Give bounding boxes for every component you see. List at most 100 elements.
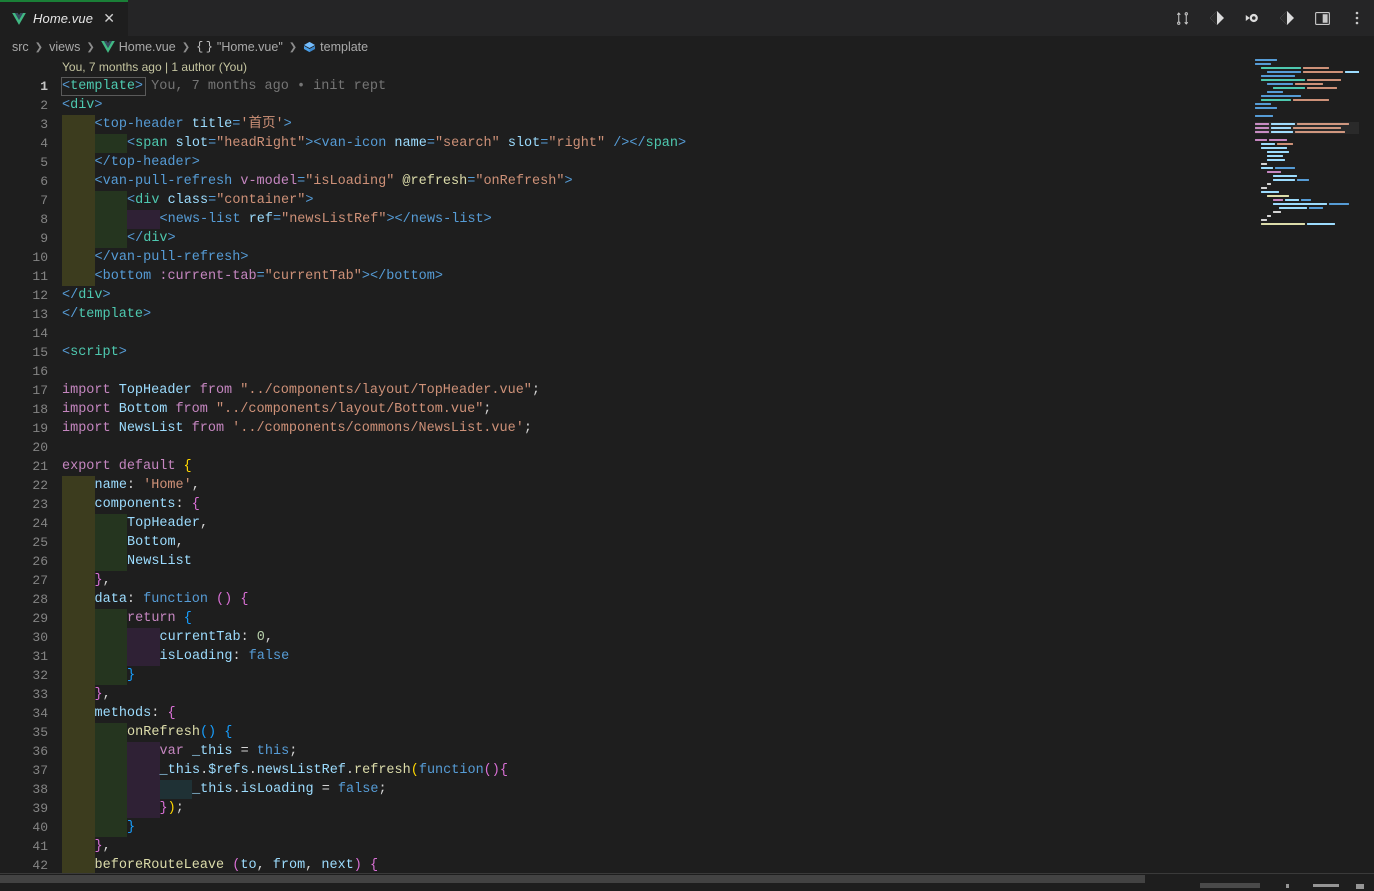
panel-scrollbar-thumb[interactable] (1200, 883, 1260, 888)
code-line[interactable]: 5 </top-header> (0, 153, 1374, 172)
code-text: _this.$refs.newsListRef.refresh(function… (62, 761, 508, 780)
line-number: 25 (32, 535, 48, 550)
code-token: = (297, 174, 306, 189)
indent-guide-block (94, 609, 128, 628)
code-line[interactable]: 9 </div> (0, 229, 1374, 248)
code-token: return (127, 611, 176, 626)
tab-home-vue[interactable]: Home.vue ✕ (0, 0, 129, 36)
line-number: 8 (40, 212, 48, 227)
code-line[interactable]: 36 var _this = this; (0, 742, 1374, 761)
code-line[interactable]: 31 isLoading: false (0, 647, 1374, 666)
editor-actions (1171, 0, 1374, 36)
code-line[interactable]: 28 data: function () { (0, 590, 1374, 609)
code-text: </top-header> (62, 153, 200, 172)
code-line[interactable]: 40} (0, 818, 1374, 837)
code-token: Bottom (118, 402, 168, 417)
revert-changes-icon[interactable] (1241, 7, 1263, 29)
close-icon[interactable]: ✕ (100, 9, 118, 27)
breadcrumb-separator-icon: ❯ (86, 41, 95, 53)
code-line[interactable]: 32} (0, 666, 1374, 685)
code-line[interactable]: 18 import Bottom from "../components/layo… (0, 400, 1374, 419)
code-text: }); (62, 799, 184, 818)
code-editor[interactable]: You, 7 months ago | 1 author (You) 1 <tem… (0, 58, 1374, 873)
code-line[interactable]: 19 import NewsList from '../components/co… (0, 419, 1374, 438)
indent-guide-block (94, 818, 128, 837)
code-token: bottom (102, 269, 152, 284)
code-line[interactable]: 10 </van-pull-refresh> (0, 248, 1374, 267)
code-line[interactable]: 7 <div class="container"> (0, 191, 1374, 210)
code-token: "search" (434, 136, 500, 151)
code-line[interactable]: 26 NewsList (0, 552, 1374, 571)
split-compare-icon[interactable] (1171, 7, 1193, 29)
minimap-token (1261, 163, 1267, 166)
code-line[interactable]: 25 Bottom, (0, 533, 1374, 552)
line-number: 36 (32, 744, 48, 759)
code-token: . (345, 763, 355, 778)
code-token: > (134, 79, 144, 94)
code-line[interactable]: 16 (0, 362, 1374, 381)
code-line[interactable]: 11 <bottom :current-tab="currentTab"></bo… (0, 267, 1374, 286)
code-text: beforeRouteLeave (to, from, next) { (62, 856, 378, 873)
code-line[interactable]: 2 <div> (0, 96, 1374, 115)
code-line[interactable]: 30 currentTab: 0, (0, 628, 1374, 647)
code-token: NewsList (118, 421, 184, 436)
breadcrumb-item-src[interactable]: src (12, 40, 29, 54)
code-lines[interactable]: 1 <template> You, 7 months ago • init rep… (0, 77, 1374, 873)
breadcrumb-item-symbol-file[interactable]: { } "Home.vue" (196, 40, 283, 54)
code-line[interactable]: 3 <top-header title='首页'> (0, 115, 1374, 134)
code-line[interactable]: 39}); (0, 799, 1374, 818)
code-line[interactable]: 23 components: { (0, 495, 1374, 514)
breadcrumb-item-home-vue[interactable]: Home.vue (100, 40, 176, 54)
minimap-token (1273, 199, 1283, 202)
code-line[interactable]: 21 export default { (0, 457, 1374, 476)
code-line[interactable]: 13 </template> (0, 305, 1374, 324)
indent-guide-block (62, 742, 95, 761)
stage-changes-icon[interactable] (1276, 7, 1298, 29)
indent-guide-block (94, 210, 128, 229)
vue-logo-icon (100, 41, 115, 53)
horizontal-scrollbar[interactable] (0, 873, 1374, 884)
code-line[interactable]: 8 <news-list ref="newsListRef"></news-lis… (0, 210, 1374, 229)
code-line[interactable]: 4 <span slot="headRight"><van-icon name="… (0, 134, 1374, 153)
minimap-token (1345, 71, 1359, 74)
code-line[interactable]: 35 onRefresh() { (0, 723, 1374, 742)
code-line[interactable]: 17 import TopHeader from "../components/l… (0, 381, 1374, 400)
code-line[interactable]: 38 _this.isLoading = false; (0, 780, 1374, 799)
code-token: = (426, 136, 435, 151)
overview-ruler[interactable] (1359, 58, 1374, 873)
minimap-token (1329, 203, 1349, 206)
breadcrumb-item-views[interactable]: views (49, 40, 80, 54)
code-text: data: function () { (62, 590, 248, 609)
code-line[interactable]: 41}, (0, 837, 1374, 856)
code-line[interactable]: 33}, (0, 685, 1374, 704)
code-line[interactable]: 29 return { (0, 609, 1374, 628)
code-text: <bottom :current-tab="currentTab"></bott… (62, 267, 443, 286)
code-line[interactable]: 14 (0, 324, 1374, 343)
minimap[interactable] (1255, 58, 1359, 873)
code-line[interactable]: 37 _this.$refs.newsListRef.refresh(functi… (0, 761, 1374, 780)
code-token: = (273, 212, 282, 227)
code-line[interactable]: 27}, (0, 571, 1374, 590)
code-line[interactable]: 34 methods: { (0, 704, 1374, 723)
code-line[interactable]: 42 beforeRouteLeave (to, from, next) { (0, 856, 1374, 873)
code-line[interactable]: 6 <van-pull-refresh v-model="isLoading" @… (0, 172, 1374, 191)
breadcrumb-item-template[interactable]: template (303, 40, 368, 54)
code-line[interactable]: 20 (0, 438, 1374, 457)
code-line[interactable]: 12 </div> (0, 286, 1374, 305)
source-control-diff-icon[interactable] (1206, 7, 1228, 29)
split-editor-icon[interactable] (1311, 7, 1333, 29)
status-icon-1[interactable] (1286, 884, 1289, 888)
code-line[interactable]: 24 TopHeader, (0, 514, 1374, 533)
code-token: { (191, 497, 200, 512)
minimap-token (1309, 207, 1323, 210)
status-icon-2[interactable] (1313, 884, 1339, 887)
code-line[interactable]: 1 <template> You, 7 months ago • init rep… (0, 77, 1374, 96)
more-actions-icon[interactable] (1346, 7, 1368, 29)
code-line[interactable]: 15 <script> (0, 343, 1374, 362)
code-line[interactable]: 22 name: 'Home', (0, 476, 1374, 495)
code-token: </ (94, 250, 111, 265)
module-cube-icon (303, 41, 316, 53)
status-icon-3[interactable] (1356, 884, 1364, 889)
code-token: ; (378, 782, 387, 797)
